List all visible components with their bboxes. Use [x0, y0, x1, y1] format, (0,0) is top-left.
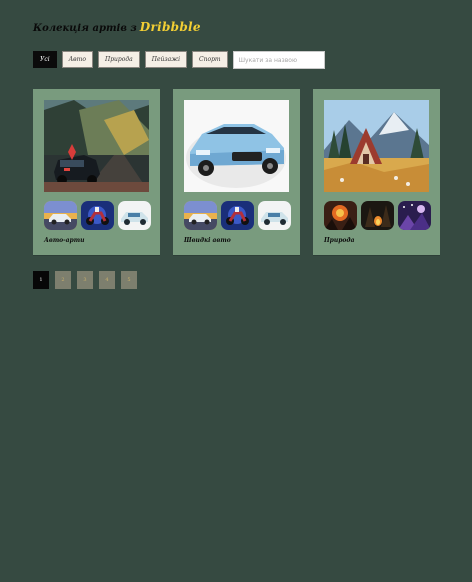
filter-nature-button[interactable]: Природа — [97, 51, 140, 68]
pagination: 1 2 3 4 5 — [33, 271, 137, 289]
thumb-motorcycle-night[interactable] — [81, 201, 114, 230]
art-grid: Авто-арти Швидкі авто Природа — [33, 89, 440, 255]
card-image[interactable] — [324, 100, 429, 192]
thumb-motorcycle-night[interactable] — [221, 201, 254, 230]
page-button-3[interactable]: 3 — [77, 271, 93, 289]
card-image[interactable] — [184, 100, 289, 192]
art-card[interactable]: Авто-арти — [33, 89, 160, 255]
art-card[interactable]: Природа — [313, 89, 440, 255]
page-title-text: Колекція артів з — [33, 23, 137, 34]
thumb-fire-landscape[interactable] — [324, 201, 357, 230]
thumb-row — [184, 201, 291, 230]
filter-landscapes-button[interactable]: Пейзажі — [144, 51, 187, 68]
filter-sport-button[interactable]: Спорт — [192, 51, 228, 68]
filter-all-button[interactable]: Усі — [33, 51, 57, 68]
page-button-5[interactable]: 5 — [121, 271, 137, 289]
thumb-purple-night[interactable] — [398, 201, 431, 230]
page-button-2[interactable]: 2 — [55, 271, 71, 289]
thumb-car-sunset[interactable] — [184, 201, 217, 230]
page-button-4[interactable]: 4 — [99, 271, 115, 289]
page-button-1[interactable]: 1 — [33, 271, 49, 289]
card-caption: Швидкі авто — [184, 237, 231, 244]
dribbble-logo[interactable]: Dribbble — [140, 20, 201, 34]
search-input[interactable] — [232, 51, 325, 69]
card-caption: Авто-арти — [44, 237, 85, 244]
page-title: Колекція артів з Dribbble — [33, 20, 201, 38]
thumb-white-car[interactable] — [258, 201, 291, 230]
thumb-campfire-forest[interactable] — [361, 201, 394, 230]
thumb-car-sunset[interactable] — [44, 201, 77, 230]
filter-bar: Усі Авто Природа Пейзажі Спорт — [33, 51, 325, 69]
card-image[interactable] — [44, 100, 149, 192]
thumb-row — [324, 201, 431, 230]
card-caption: Природа — [324, 237, 355, 244]
thumb-white-car[interactable] — [118, 201, 151, 230]
filter-cars-button[interactable]: Авто — [61, 51, 93, 68]
art-card[interactable]: Швидкі авто — [173, 89, 300, 255]
thumb-row — [44, 201, 151, 230]
